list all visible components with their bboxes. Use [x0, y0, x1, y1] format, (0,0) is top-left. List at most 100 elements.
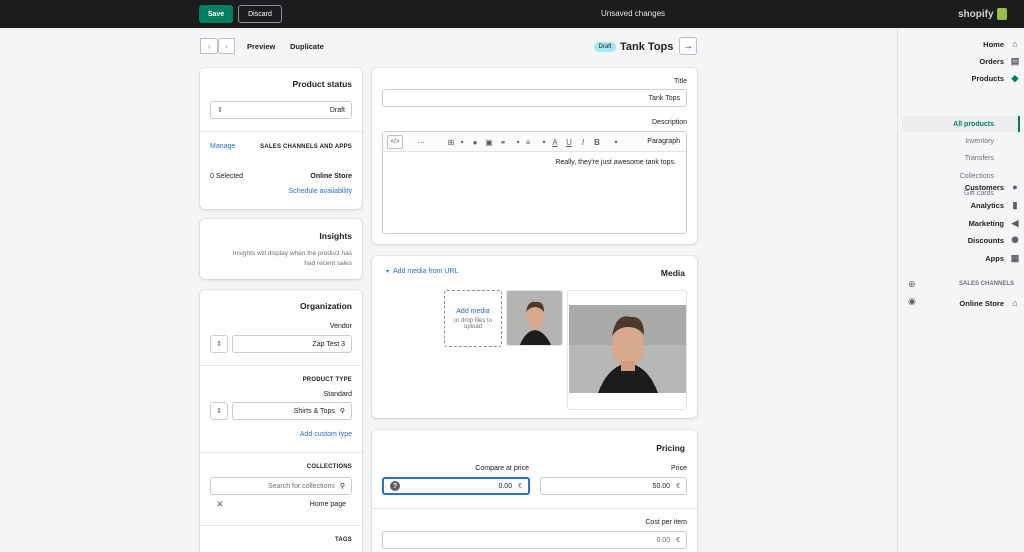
cost-placeholder: 0.00 — [656, 536, 671, 544]
sidebar-item-apps[interactable]: Apps ▦ — [904, 251, 1020, 265]
search-icon: ⚲ — [339, 483, 345, 490]
add-custom-type-link[interactable]: Add custom type — [300, 431, 352, 438]
product-type-input[interactable]: Shirts & Tops ⚲ — [232, 402, 352, 420]
sidebar-subitem-transfers[interactable]: Transfers — [965, 155, 994, 162]
orders-icon: ▤ — [1010, 55, 1020, 66]
sidebar-item-products[interactable]: Products ◆ — [904, 71, 1020, 85]
collections-caption: COLLECTIONS — [306, 464, 352, 470]
add-media-from-url-link[interactable]: ▾ Add media from URL — [386, 268, 458, 275]
color-dropdown-icon[interactable]: ▾ — [539, 135, 549, 149]
selected-count: 0 Selected — [210, 173, 244, 180]
standard-label: Standard — [323, 391, 352, 398]
description-text: Really, they're just awesome tank tops. — [555, 159, 676, 166]
bold-icon[interactable]: B — [591, 135, 603, 149]
media-heading: Media — [660, 268, 685, 278]
format-dropdown-icon[interactable]: ▾ — [611, 135, 621, 149]
description-editor[interactable]: </> ⋯ ⊞ ▾ ● ▣ ⚭ ▾ ≡ ▾ A U I B ▾ Paragrap… — [382, 131, 687, 234]
product-status-card: Product status ⇕ Draft SALES CHANNELS AN… — [200, 68, 362, 209]
chevron-right-icon: › — [207, 41, 211, 51]
compare-value: 0.00 — [498, 482, 513, 490]
sidebar-subitem-collections[interactable]: Collections — [960, 173, 994, 180]
add-media-button[interactable]: Add media — [456, 308, 489, 315]
currency-symbol: € — [676, 536, 680, 544]
duplicate-button[interactable]: Duplicate — [290, 42, 324, 51]
shopify-logo[interactable]: shopify — [958, 8, 1007, 20]
add-media-dropzone[interactable]: Add media or drop files to upload — [444, 290, 502, 347]
schedule-availability-link[interactable]: Schedule availability — [289, 188, 352, 195]
divider — [200, 525, 362, 526]
product-status-heading: Product status — [292, 79, 352, 89]
more-icon[interactable]: ⋯ — [415, 135, 427, 149]
top-bar: Save Discard Unsaved changes shopify — [0, 0, 1024, 28]
unsaved-changes-label: Unsaved changes — [600, 9, 666, 18]
add-channel-icon[interactable]: ⊕ — [908, 279, 916, 290]
title-input[interactable]: Tank Tops — [382, 89, 687, 107]
sidebar-item-home[interactable]: Home ⌂ — [904, 37, 1020, 51]
page-title: Tank Tops — [620, 41, 674, 53]
help-icon[interactable]: ? — [390, 481, 400, 491]
arrow-right-icon: → — [683, 40, 693, 52]
back-button[interactable]: → — [679, 37, 697, 55]
code-view-button[interactable]: </> — [387, 135, 403, 149]
divider — [200, 131, 362, 132]
sidebar-subitem-inventory[interactable]: Inventory — [965, 138, 994, 145]
underline-icon[interactable]: U — [563, 135, 575, 149]
product-image-thumbnail[interactable] — [506, 290, 563, 346]
vendor-select-button[interactable]: ⇕ — [210, 335, 228, 353]
align-icon[interactable]: ≡ — [522, 135, 534, 149]
select-arrows-icon: ⇕ — [216, 341, 222, 348]
collections-search-input[interactable]: Search for collections ⚲ — [210, 477, 352, 495]
save-button[interactable]: Save — [199, 5, 233, 23]
media-card: Media ▾ Add media from URL Add media or d… — [372, 256, 697, 418]
close-icon[interactable]: ✕ — [216, 499, 224, 510]
product-type-select-button[interactable]: ⇕ — [210, 402, 228, 420]
divider — [372, 508, 697, 509]
collections-placeholder: Search for collections — [267, 482, 335, 490]
format-select[interactable]: Paragraph — [647, 138, 680, 145]
table-icon[interactable]: ⊞ — [445, 135, 457, 149]
text-color-icon[interactable]: A — [549, 135, 561, 149]
italic-icon[interactable]: I — [577, 135, 589, 149]
sidebar-item-analytics[interactable]: Analytics ▮ — [904, 198, 1020, 212]
megaphone-icon: ◀ — [1011, 217, 1019, 228]
discard-button[interactable]: Discard — [238, 5, 282, 23]
previous-product-button[interactable]: ‹ — [218, 38, 235, 54]
product-image-main[interactable] — [567, 290, 687, 410]
sidebar-item-online-store[interactable]: Online Store ⌂ — [904, 296, 1020, 310]
apps-icon: ▦ — [1010, 252, 1020, 263]
status-select[interactable]: ⇕ Draft — [210, 101, 352, 119]
sidebar-item-label: Marketing — [968, 218, 1004, 228]
sidebar-item-label: Products — [971, 73, 1004, 83]
sidebar-item-label: Customers — [964, 182, 1004, 192]
sidebar-item-discounts[interactable]: Discounts ✺ — [904, 233, 1020, 247]
sidebar-item-marketing[interactable]: Marketing ◀ — [904, 216, 1020, 230]
divider — [200, 365, 362, 366]
price-input[interactable]: 50.00 € — [540, 477, 687, 495]
select-arrows-icon: ⇕ — [217, 107, 223, 114]
chevron-down-icon: ▾ — [386, 269, 390, 275]
person-icon: ● — [1012, 182, 1018, 192]
discount-icon: ✺ — [1011, 234, 1019, 245]
online-store-label: Online Store — [310, 173, 352, 180]
sidebar-subitem-all-products[interactable]: All products — [902, 116, 1020, 132]
chevron-down-icon[interactable]: ▾ — [457, 135, 467, 149]
chevron-left-icon: ‹ — [225, 41, 228, 51]
sidebar-item-orders[interactable]: Orders ▤ — [904, 54, 1020, 68]
preview-button[interactable]: Preview — [247, 42, 275, 51]
add-media-from-url-label: Add media from URL — [393, 268, 459, 275]
video-icon[interactable]: ● — [469, 135, 481, 149]
manage-link[interactable]: Manage — [210, 143, 235, 150]
sidebar-item-label: Apps — [985, 253, 1004, 263]
cost-per-item-input[interactable]: 0.00 € — [382, 531, 687, 549]
image-icon[interactable]: ▣ — [483, 135, 495, 149]
search-icon: ⚲ — [339, 408, 345, 415]
brand-name: shopify — [958, 8, 994, 20]
link-icon[interactable]: ⚭ — [497, 135, 509, 149]
price-label: Price — [671, 465, 687, 472]
sales-channels-caption: SALES CHANNELS AND APPS — [260, 144, 352, 150]
compare-at-price-input[interactable]: ? 0.00 € — [382, 477, 530, 495]
vendor-input[interactable]: Zap Test 3 — [232, 335, 352, 353]
sidebar-item-customers[interactable]: Customers ● — [904, 180, 1020, 194]
price-value: 50.00 — [652, 482, 671, 490]
next-product-button[interactable]: › — [200, 38, 218, 54]
